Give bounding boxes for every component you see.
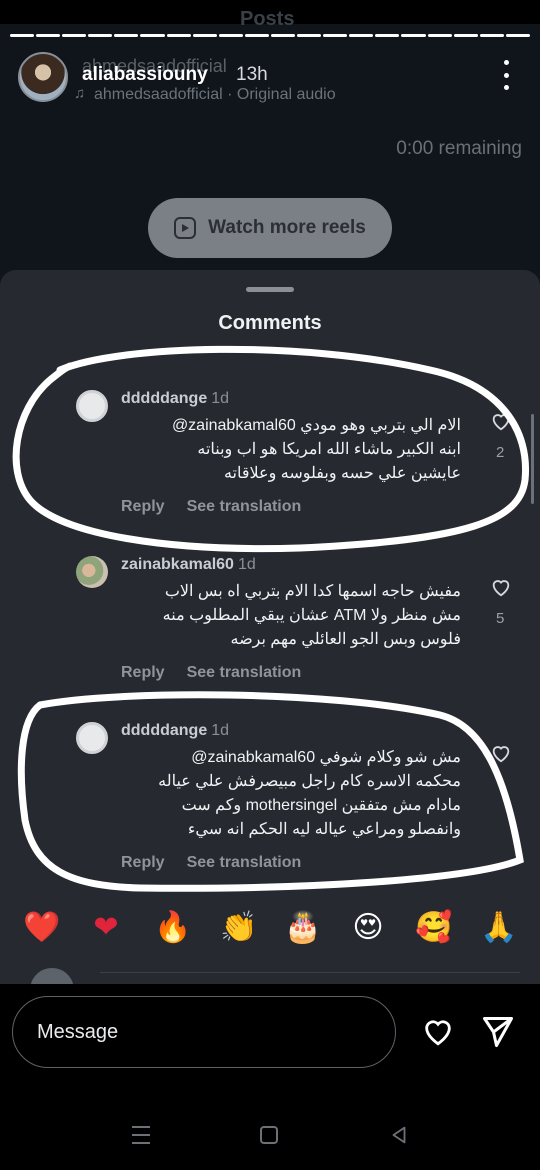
comment-line: فلوس وبس الجو العائلي مهم برضه: [230, 631, 462, 648]
comment-time: 1d: [237, 556, 256, 573]
progress-segment: [192, 34, 217, 37]
story-time: 13h: [236, 64, 268, 85]
comment-time: 1d: [211, 722, 230, 739]
watch-more-reels-button[interactable]: Watch more reels: [148, 198, 392, 258]
progress-segment: [166, 34, 191, 37]
reply-button[interactable]: Reply: [121, 664, 165, 682]
comment-time: 1d: [211, 390, 230, 407]
progress-segment: [427, 34, 452, 37]
like-heart-icon[interactable]: [490, 742, 512, 764]
send-icon[interactable]: [480, 1014, 516, 1050]
mention-link[interactable]: @zainabkamal60: [191, 749, 315, 766]
progress-segment: [114, 34, 139, 37]
comment-text: الام الي بتربي وهو مودي @zainabkamal60 ا…: [121, 414, 461, 486]
comment-line: مفيش حاجه اسمها كدا الام بتربي اه بس الا…: [164, 583, 461, 600]
reaction-heart[interactable]: ❤: [88, 908, 124, 948]
comment-line: مش منظر ولا ATM عشان يبقي المطلوب منه: [162, 607, 461, 624]
progress-segment: [323, 34, 348, 37]
remaining-time: 0:00 remaining: [396, 138, 522, 159]
progress-segment: [453, 34, 478, 37]
recent-apps-icon[interactable]: [132, 1126, 150, 1144]
comment-actions: Reply See translation: [121, 498, 301, 516]
comment-line: مش شو وكلام شوفي: [319, 749, 461, 766]
progress-segment: [375, 34, 400, 37]
see-translation-button[interactable]: See translation: [187, 854, 302, 872]
reaction-fire[interactable]: 🔥: [154, 908, 191, 948]
more-options-icon[interactable]: [502, 60, 510, 90]
audio-attribution[interactable]: ahmedsaadofficial · Original audio: [74, 85, 336, 104]
progress-segment: [36, 34, 61, 37]
comment-text: مفيش حاجه اسمها كدا الام بتربي اه بس الا…: [121, 580, 461, 652]
story-progress-bar: [10, 34, 530, 40]
story-username[interactable]: aliabassiouny: [82, 64, 208, 86]
reply-button[interactable]: Reply: [121, 498, 165, 516]
reaction-heart-eyes[interactable]: 😍: [350, 908, 386, 948]
comment-line: ابنه الكبير ماشاء الله امريكا هو اب وبنا…: [197, 441, 461, 458]
reaction-cake[interactable]: 🎂: [284, 908, 321, 948]
progress-segment: [401, 34, 426, 37]
avatar[interactable]: [76, 390, 108, 422]
progress-segment: [244, 34, 269, 37]
progress-segment: [218, 34, 243, 37]
reply-button[interactable]: Reply: [121, 854, 165, 872]
avatar[interactable]: [76, 722, 108, 754]
like-heart-icon[interactable]: [490, 410, 512, 432]
progress-segment: [10, 34, 35, 37]
comment-line: محكمه الاسره كام راجل مبيصرفش علي عياله: [158, 773, 461, 790]
comments-title: Comments: [218, 312, 322, 334]
comment-text: مش شو وكلام شوفي @zainabkamal60 محكمه ال…: [121, 746, 461, 842]
reaction-smiling-hearts[interactable]: 🥰: [415, 908, 452, 948]
reaction-pray[interactable]: 🙏: [480, 908, 517, 948]
like-story-heart-icon[interactable]: [420, 1014, 456, 1048]
back-icon[interactable]: [388, 1124, 410, 1146]
scrollbar[interactable]: [531, 414, 534, 504]
message-input[interactable]: Message: [12, 996, 396, 1068]
reaction-clap[interactable]: 👏: [220, 908, 257, 948]
comment-line: مادام مش متفقين mothersingel وكم ست: [181, 797, 461, 814]
see-translation-button[interactable]: See translation: [187, 664, 302, 682]
comment-actions: Reply See translation: [121, 854, 301, 872]
avatar[interactable]: [18, 52, 68, 102]
like-count: 2: [496, 444, 505, 461]
audio-label: ahmedsaadofficial · Original audio: [94, 86, 336, 103]
posts-header-hint: Posts: [240, 8, 295, 30]
story-header: ahmedsaadofficial aliabassiouny 13h ahme…: [18, 52, 522, 104]
like-count: 5: [496, 610, 505, 627]
progress-segment: [479, 34, 504, 37]
see-translation-button[interactable]: See translation: [187, 498, 302, 516]
comment-username[interactable]: zainabkamal60 1d: [121, 556, 256, 574]
system-navigation-bar: [0, 1120, 540, 1170]
reaction-red-heart[interactable]: ❤️: [23, 908, 60, 948]
divider: [100, 972, 520, 973]
like-heart-icon[interactable]: [490, 576, 512, 598]
reels-icon: [174, 217, 197, 239]
drag-handle[interactable]: [246, 287, 294, 292]
comment-line: وانفصلو ومراعي عياله ليه الحكم انه سيء: [187, 821, 461, 838]
quick-reaction-bar: ❤️ ❤ 🔥 👏 🎂 😍 🥰 🙏: [0, 908, 540, 952]
comment-username[interactable]: dddddange 1d: [121, 390, 229, 408]
avatar[interactable]: [76, 556, 108, 588]
comment-actions: Reply See translation: [121, 664, 301, 682]
progress-segment: [140, 34, 165, 37]
comment-username[interactable]: dddddange 1d: [121, 722, 229, 740]
progress-segment: [270, 34, 296, 37]
home-icon[interactable]: [260, 1126, 278, 1144]
progress-segment: [297, 34, 322, 37]
comment-line: عايشين علي حسه وبفلوسه وعلاقاته: [223, 465, 461, 482]
progress-segment: [88, 34, 113, 37]
comments-sheet: Comments dddddange 1d الام الي بتربي وهو …: [0, 270, 540, 984]
comment-line: الام الي بتربي وهو مودي: [300, 417, 461, 434]
watch-more-label: Watch more reels: [208, 217, 366, 238]
message-placeholder: Message: [37, 1020, 119, 1043]
mention-link[interactable]: @zainabkamal60: [172, 417, 296, 434]
progress-segment: [505, 34, 530, 37]
progress-segment: [349, 34, 374, 37]
progress-segment: [62, 34, 87, 37]
music-note-icon: [74, 85, 88, 102]
status-bar: Posts: [0, 0, 540, 30]
